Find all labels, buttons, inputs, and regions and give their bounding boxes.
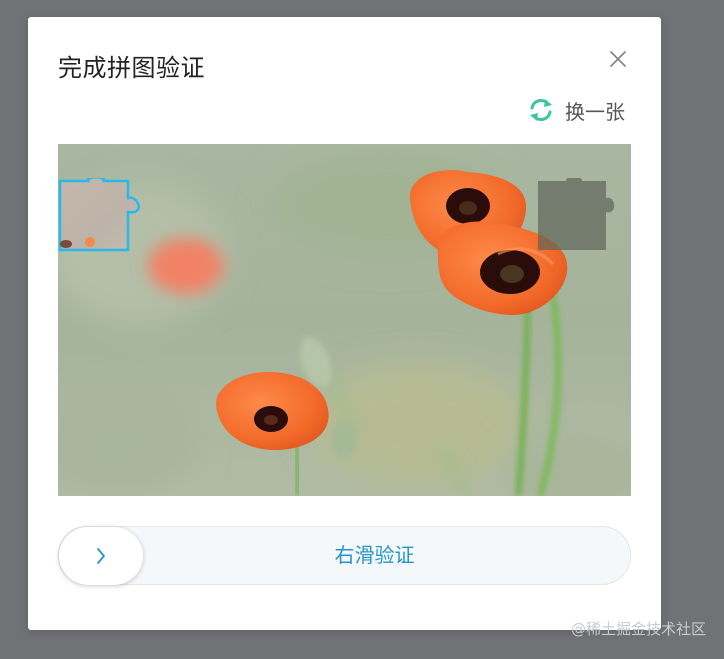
chevron-right-icon [97, 548, 105, 564]
slider-hint: 右滑验证 [334, 543, 415, 567]
captcha-dialog: 完成拼图验证 换一张 右滑验证 [28, 17, 661, 630]
refresh-button[interactable]: 换一张 [527, 95, 625, 125]
puzzle-gap-target [536, 177, 626, 254]
refresh-label: 换一张 [565, 99, 625, 124]
refresh-icon [530, 99, 552, 121]
puzzle-image [58, 144, 631, 496]
watermark: @稀土掘金技术社区 [570, 620, 706, 638]
puzzle-piece[interactable] [58, 176, 148, 254]
slider-handle[interactable] [59, 527, 143, 585]
dialog-title: 完成拼图验证 [58, 54, 205, 82]
slider-track[interactable]: 右滑验证 [58, 526, 631, 585]
close-icon [610, 51, 626, 67]
close-button[interactable] [606, 47, 630, 71]
